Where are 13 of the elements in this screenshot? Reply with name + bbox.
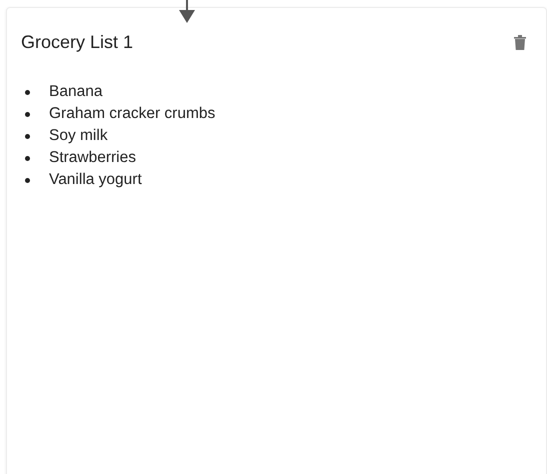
trash-icon[interactable] (514, 35, 526, 50)
bullet-icon (25, 112, 30, 116)
list-item: Vanilla yogurt (49, 171, 142, 189)
bullet-icon (25, 90, 30, 94)
list-item: Banana (49, 83, 102, 101)
bullet-icon (25, 134, 30, 138)
arrow-icon (179, 0, 195, 23)
list-item: Graham cracker crumbs (49, 105, 216, 123)
bullet-icon (25, 178, 30, 182)
bullet-icon (25, 156, 30, 160)
card-title: Grocery List 1 (21, 32, 134, 53)
list-item: Strawberries (49, 149, 136, 167)
list-item: Soy milk (49, 127, 108, 145)
